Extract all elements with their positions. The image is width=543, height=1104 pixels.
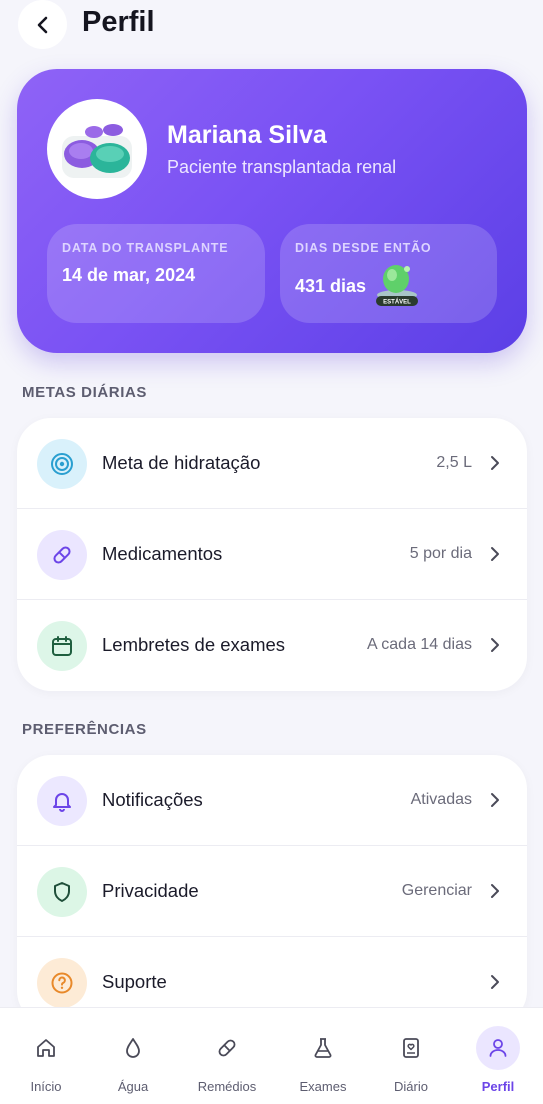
nav-label-journal: Diário: [394, 1079, 428, 1094]
journal-icon: [389, 1026, 433, 1070]
chevron-right-icon: [491, 638, 499, 652]
shield-icon: [54, 882, 70, 902]
section-title-daily-goals: METAS DIÁRIAS: [22, 384, 148, 401]
profile-subtitle: Paciente transplantada renal: [167, 157, 397, 177]
calendar-icon: [52, 636, 72, 656]
privacy-value: Gerenciar: [401, 882, 472, 899]
profile-name: Mariana Silva: [167, 121, 327, 149]
bottom-nav: Início Água Remédios Exames Diário Perfi…: [0, 1007, 543, 1104]
kidney-avatar-icon: [62, 124, 132, 178]
target-icon: [51, 453, 73, 475]
home-icon: [24, 1026, 68, 1070]
stable-badge-text: ESTÁVEL: [383, 299, 411, 306]
pill-icon: [205, 1026, 249, 1070]
privacy-label: Privacidade: [102, 880, 199, 901]
bell-icon-wrapper: [37, 776, 87, 826]
list-item-hydration[interactable]: Meta de hidratação 2,5 L: [17, 418, 527, 509]
preferences-list: Notificações Ativadas Privacidade Gerenc…: [17, 755, 527, 1025]
nav-label-home: Início: [30, 1079, 62, 1094]
chevron-right-icon: [491, 884, 499, 898]
chevron-left-icon: [37, 16, 47, 33]
page-title: Perfil: [82, 6, 155, 38]
avatar[interactable]: [47, 99, 147, 199]
nav-item-water[interactable]: Água: [97, 1026, 169, 1098]
medications-label: Medicamentos: [102, 543, 223, 564]
profile-card: Mariana Silva Paciente transplantada ren…: [17, 69, 527, 353]
nav-item-medicines[interactable]: Remédios: [191, 1026, 263, 1098]
bell-icon: [53, 793, 71, 812]
target-icon-wrapper: [37, 439, 87, 489]
transplant-date-value: 14 de mar, 2024: [62, 265, 196, 285]
days-since-card: DIAS DESDE ENTÃO 431 dias ESTÁVEL: [280, 224, 497, 323]
header: Perfil: [0, 0, 543, 50]
transplant-date-card: DATA DO TRANSPLANTE 14 de mar, 2024: [47, 224, 265, 323]
nav-item-home[interactable]: Início: [10, 1026, 82, 1098]
nav-item-profile[interactable]: Perfil: [462, 1026, 534, 1098]
pill-icon-wrapper: [37, 530, 87, 580]
flask-icon: [301, 1026, 345, 1070]
list-item-exam-reminders[interactable]: Lembretes de exames A cada 14 dias: [17, 600, 527, 691]
drop-icon: [111, 1026, 155, 1070]
calendar-icon-wrapper: [37, 621, 87, 671]
support-label: Suporte: [102, 971, 167, 992]
nav-label-medicines: Remédios: [197, 1079, 257, 1094]
list-item-medications[interactable]: Medicamentos 5 por dia: [17, 509, 527, 600]
user-icon: [476, 1026, 520, 1070]
help-icon-wrapper: [37, 958, 87, 1008]
exam-reminders-label: Lembretes de exames: [102, 634, 286, 655]
back-button[interactable]: [18, 0, 67, 49]
pill-icon: [53, 546, 71, 564]
exam-reminders-value: A cada 14 dias: [367, 636, 472, 653]
chevron-right-icon: [491, 456, 499, 470]
nav-label-water: Água: [117, 1079, 149, 1094]
chevron-right-icon: [491, 793, 499, 807]
nav-label-exams: Exames: [299, 1079, 347, 1094]
notifications-label: Notificações: [102, 789, 203, 810]
medications-value: 5 por dia: [409, 545, 472, 562]
hydration-value: 2,5 L: [436, 454, 472, 471]
list-item-privacy[interactable]: Privacidade Gerenciar: [17, 846, 527, 937]
nav-item-journal[interactable]: Diário: [375, 1026, 447, 1098]
days-since-label: DIAS DESDE ENTÃO: [295, 241, 432, 255]
hydration-label: Meta de hidratação: [102, 452, 261, 473]
days-since-value: 431 dias: [295, 276, 367, 296]
help-icon: [51, 972, 73, 994]
notifications-value: Ativadas: [410, 791, 472, 808]
nav-item-exams[interactable]: Exames: [287, 1026, 359, 1098]
daily-goals-list: Meta de hidratação 2,5 L Medicamentos 5 …: [17, 418, 527, 691]
chevron-right-icon: [491, 975, 499, 989]
list-item-notifications[interactable]: Notificações Ativadas: [17, 755, 527, 846]
shield-icon-wrapper: [37, 867, 87, 917]
transplant-date-label: DATA DO TRANSPLANTE: [62, 241, 229, 255]
section-title-preferences: PREFERÊNCIAS: [22, 721, 147, 738]
stable-kidney-badge-icon: ESTÁVEL: [376, 265, 418, 306]
nav-label-profile: Perfil: [481, 1079, 515, 1094]
chevron-right-icon: [491, 547, 499, 561]
